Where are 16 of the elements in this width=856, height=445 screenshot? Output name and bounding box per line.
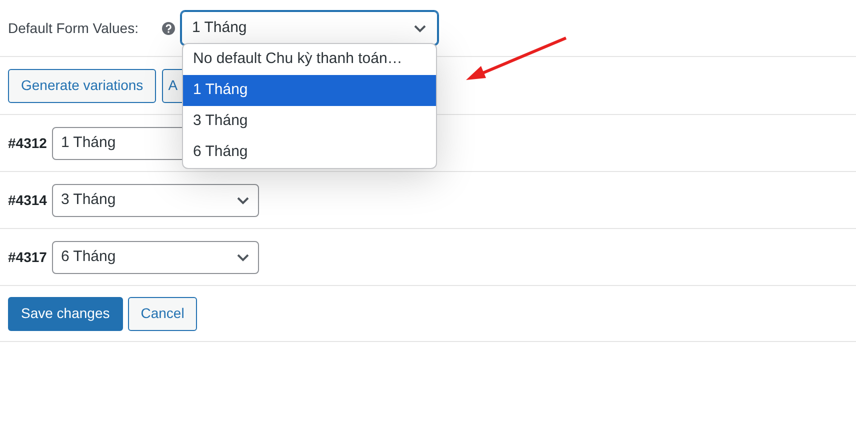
save-button[interactable]: Save changes [8, 296, 123, 330]
select-field[interactable]: 3 Tháng [52, 184, 259, 216]
chevron-down-icon [236, 196, 250, 204]
variation-id: #4312 [8, 134, 47, 152]
variation-id: #4314 [8, 190, 47, 210]
chevron-down-icon [236, 252, 250, 262]
cancel-button[interactable]: Cancel [128, 296, 198, 330]
action-button[interactable]: Generate variations [8, 68, 156, 102]
select-field[interactable]: 6 Tháng [52, 240, 259, 274]
dropdown-option[interactable]: No default Chu kỳ thanh toán… [183, 44, 436, 75]
field-label: Default Form Values: [8, 18, 140, 38]
select-field[interactable]: 1 Tháng [181, 11, 438, 45]
help-icon [162, 22, 175, 34]
chevron-down-icon [413, 24, 427, 32]
dropdown-option[interactable]: 1 Tháng [183, 75, 436, 106]
variation-id: #4317 [8, 248, 47, 266]
